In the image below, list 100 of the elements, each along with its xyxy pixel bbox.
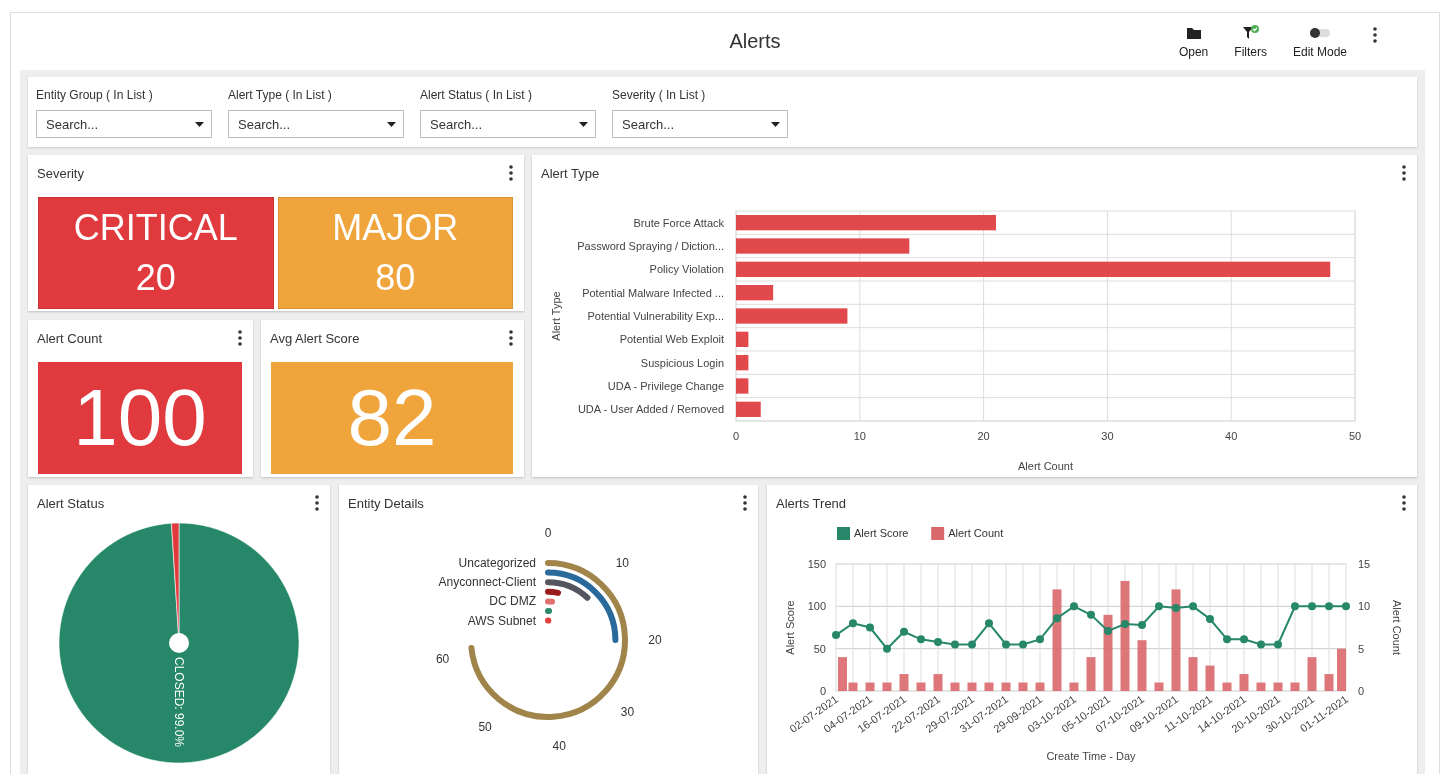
- data-point: [1206, 615, 1214, 624]
- category-label: UDA - User Added / Removed: [577, 403, 724, 416]
- bar: [736, 355, 749, 371]
- more-icon[interactable]: [238, 330, 242, 346]
- legend-label: Alert Count: [948, 527, 1004, 539]
- data-point: [1070, 602, 1078, 611]
- caret-icon: [387, 122, 396, 127]
- data-point: [1019, 640, 1027, 649]
- bar: [1001, 682, 1011, 691]
- scale-label: 60: [435, 651, 450, 666]
- filter-label: Alert Status ( In List ): [420, 88, 534, 102]
- search-dropdown[interactable]: Search...: [612, 110, 788, 138]
- data-point: [849, 619, 857, 628]
- bar: [933, 674, 943, 691]
- axis-tick-label: 10: [853, 430, 866, 442]
- axis-tick-label: 15: [1358, 558, 1371, 570]
- filter-label: Entity Group ( In List ): [36, 88, 154, 102]
- bar: [1307, 657, 1317, 691]
- axis-title: Alert Type: [550, 291, 562, 341]
- bar: [899, 674, 909, 691]
- bar: [1239, 674, 1249, 691]
- entity-label: Anyconnect-Client: [438, 575, 536, 590]
- filter-icon: [1241, 25, 1260, 41]
- caret-icon: [579, 122, 588, 127]
- data-point: [1155, 602, 1163, 611]
- axis-tick-label: 40: [1225, 430, 1238, 442]
- filters-button[interactable]: Filters: [1234, 25, 1267, 59]
- axis-title: Alert Count: [1391, 600, 1403, 655]
- page-title: Alerts: [729, 30, 781, 53]
- more-icon[interactable]: [1402, 165, 1406, 181]
- axis-tick-label: 10: [1358, 600, 1371, 613]
- filter-label: Severity ( In List ): [612, 88, 707, 102]
- bar: [1324, 674, 1334, 691]
- toggle-button[interactable]: Edit Mode: [1292, 25, 1347, 59]
- open-button[interactable]: Open: [1178, 25, 1209, 59]
- bar: [865, 682, 875, 691]
- axis-tick-label: 50: [1348, 430, 1362, 442]
- axis-title: Alert Count: [1018, 460, 1073, 472]
- bar: [1069, 682, 1079, 691]
- bar: [1273, 682, 1283, 691]
- bar: [1154, 682, 1164, 691]
- more-icon[interactable]: [509, 330, 513, 346]
- more-icon[interactable]: [315, 495, 319, 511]
- data-point: [1308, 602, 1316, 611]
- more-icon[interactable]: [1402, 495, 1406, 511]
- legend-swatch: [837, 527, 850, 540]
- scale-label: 20: [648, 633, 662, 647]
- entity-label: AWS Subnet: [467, 613, 536, 628]
- bar: [916, 682, 926, 691]
- search-dropdown[interactable]: Search...: [228, 110, 404, 138]
- category-label: Password Spraying / Diction...: [577, 240, 724, 252]
- more-icon[interactable]: [509, 165, 513, 181]
- data-point: [1240, 635, 1248, 644]
- data-point: [968, 640, 976, 649]
- severity-tile: CRITICAL 20: [38, 197, 274, 309]
- bar: [1290, 682, 1300, 691]
- bar: [1256, 682, 1266, 691]
- card-title: Severity: [37, 165, 84, 181]
- entity-label: Uncategorized: [458, 556, 536, 570]
- bar: [984, 682, 994, 691]
- category-label: Suspicious Login: [640, 356, 724, 369]
- kpi-value: 100: [38, 362, 242, 474]
- data-label: CLOSED: 99.0%: [172, 657, 186, 748]
- severity-tile: MAJOR 80: [277, 197, 513, 309]
- search-dropdown[interactable]: Search...: [36, 110, 212, 138]
- bar: [1222, 682, 1232, 691]
- axis-tick-label: 0: [1358, 685, 1365, 697]
- toggle-switch[interactable]: [1309, 25, 1331, 41]
- data-point: [832, 631, 840, 640]
- data-point: [883, 644, 891, 653]
- data-point: [1121, 620, 1129, 629]
- data-point: [1223, 635, 1231, 644]
- data-point: [1053, 614, 1061, 623]
- data-point: [1342, 602, 1350, 611]
- more-icon[interactable]: [743, 495, 747, 511]
- axis-tick-label: 30: [1101, 430, 1114, 442]
- axis-title: Alert Score: [784, 600, 796, 655]
- axis-title: Create Time - Day: [1046, 750, 1136, 762]
- axis-tick-label: 0: [732, 430, 740, 442]
- axis-tick-label: 150: [807, 558, 826, 570]
- more-icon[interactable]: [1373, 27, 1377, 43]
- axis-tick-label: 0: [819, 685, 826, 697]
- bar: [736, 331, 749, 347]
- card-title: Avg Alert Score: [270, 330, 360, 346]
- bar: [882, 682, 892, 691]
- bar: [1337, 648, 1346, 691]
- data-point: [1036, 635, 1044, 644]
- kpi-value: 82: [271, 362, 513, 474]
- search-dropdown[interactable]: Search...: [420, 110, 596, 138]
- category-label: Potential Web Exploit: [619, 333, 724, 346]
- data-point: [1104, 626, 1112, 635]
- data-point: [985, 619, 993, 628]
- bar: [1018, 682, 1028, 691]
- card-title: Alerts Trend: [776, 495, 847, 511]
- data-point: [917, 635, 925, 644]
- legend-swatch: [931, 527, 945, 540]
- category-label: Policy Violation: [649, 263, 724, 276]
- card-title: Alert Type: [541, 165, 600, 181]
- bar: [736, 378, 749, 394]
- caret-icon: [195, 122, 204, 127]
